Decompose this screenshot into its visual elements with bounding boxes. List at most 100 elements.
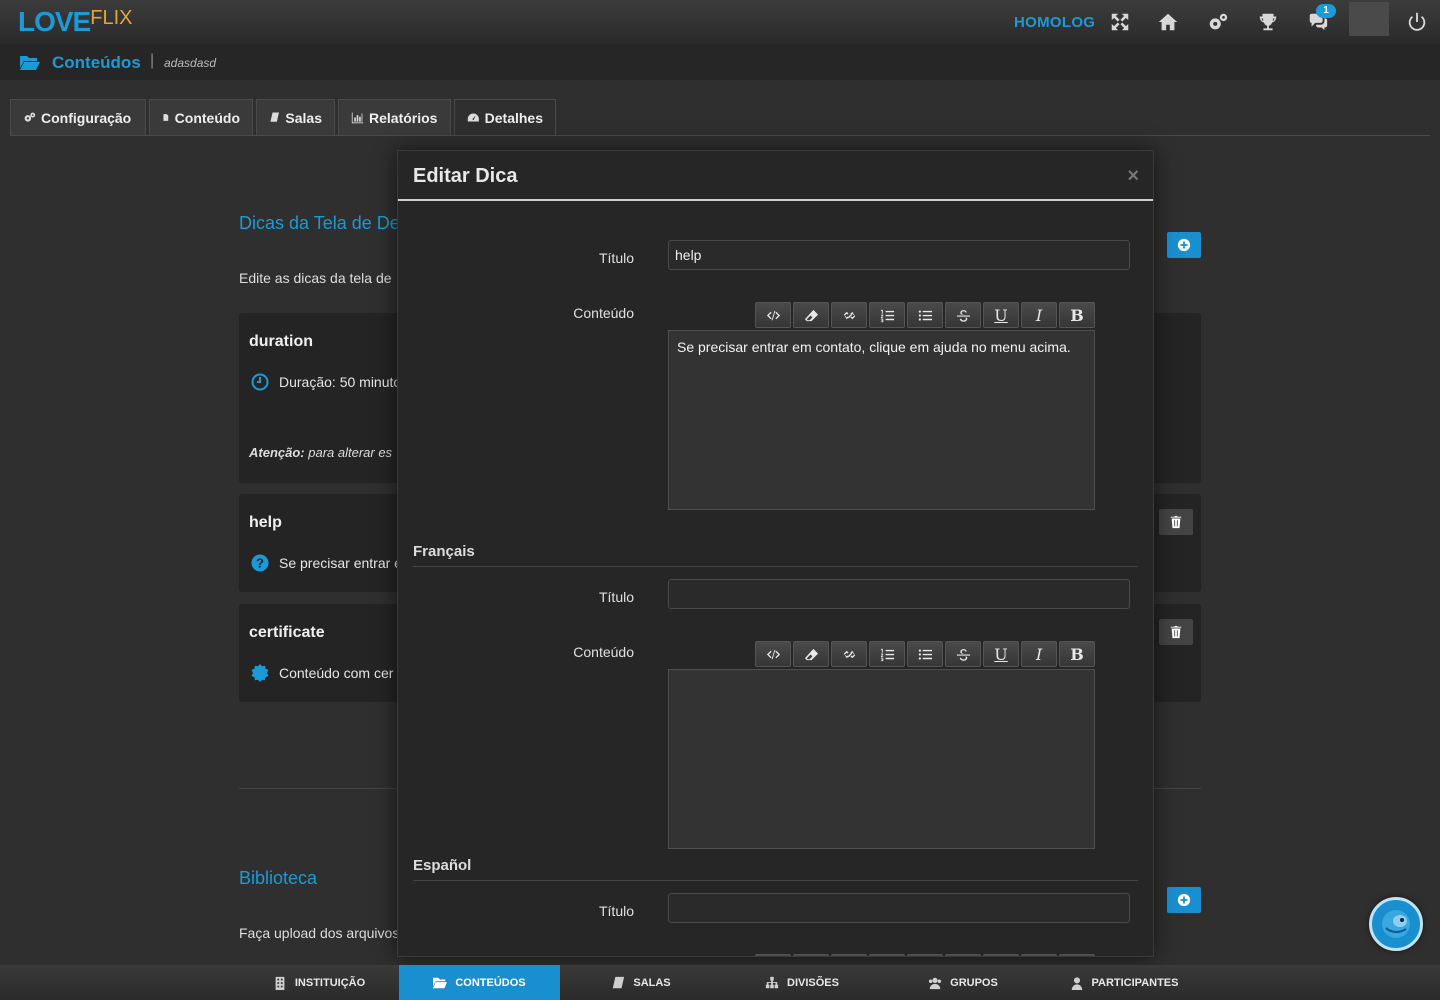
folder-open-icon: [433, 977, 448, 988]
folder-open-icon: [20, 56, 40, 70]
tip-card-row: Duração: 50 minuto: [251, 373, 401, 391]
ordered-list-icon: [880, 309, 894, 322]
bottom-nav-participantes[interactable]: PARTICIPANTES: [1044, 965, 1204, 1000]
add-tip-button[interactable]: [1167, 232, 1201, 258]
tips-section-description: Edite as dicas da tela de: [239, 270, 392, 286]
gears-icon[interactable]: [1205, 9, 1231, 35]
link-icon: [843, 650, 855, 658]
bottom-nav-grupos[interactable]: GRUPOS: [883, 965, 1043, 1000]
tip-card-row: Conteúdo com cer: [251, 664, 393, 682]
tab-salas[interactable]: Salas: [256, 99, 335, 135]
bottom-nav-conteudos[interactable]: CONTEÚDOS: [399, 965, 560, 1000]
strikethrough-button[interactable]: [945, 954, 981, 956]
bottom-nav-label: SALAS: [633, 976, 671, 989]
trophy-icon[interactable]: [1255, 9, 1281, 35]
link-button[interactable]: [831, 302, 867, 328]
title-input-fr[interactable]: [668, 579, 1130, 609]
group-icon: [929, 977, 942, 989]
bottom-nav-label: CONTEÚDOS: [455, 976, 526, 989]
eraser-icon: [804, 309, 818, 321]
tab-label: Conteúdo: [174, 109, 240, 126]
editor-toolbar: U I B: [755, 302, 1095, 330]
link-button[interactable]: [831, 954, 867, 956]
content-editor-fr[interactable]: [668, 669, 1095, 849]
bottom-nav-instituicao[interactable]: INSTITUIÇÃO: [240, 965, 398, 1000]
italic-button[interactable]: I: [1021, 641, 1057, 667]
tab-label: Configuração: [41, 109, 132, 126]
link-icon: [843, 311, 855, 319]
unordered-list-button[interactable]: [907, 302, 943, 328]
code-view-button[interactable]: [755, 302, 791, 328]
link-button[interactable]: [831, 641, 867, 667]
book-icon: [270, 112, 279, 122]
building-icon: [275, 976, 285, 990]
bold-button[interactable]: [1059, 954, 1095, 956]
strikethrough-button[interactable]: [945, 302, 981, 328]
modal-header: Editar Dica ×: [398, 151, 1153, 201]
tip-card-title: help: [249, 514, 282, 531]
content-editor[interactable]: Se precisar entrar em contato, clique em…: [668, 330, 1095, 510]
clear-format-button[interactable]: [793, 641, 829, 667]
ordered-list-button[interactable]: [869, 641, 905, 667]
tab-configuracao[interactable]: Configuração: [10, 99, 146, 135]
title-input-es[interactable]: [668, 893, 1130, 923]
home-icon[interactable]: [1155, 9, 1181, 35]
editor-toolbar: [755, 954, 1095, 956]
modal-title: Editar Dica: [413, 165, 518, 187]
underline-button[interactable]: [983, 954, 1019, 956]
underline-button[interactable]: U: [983, 302, 1019, 328]
eraser-icon: [804, 648, 818, 660]
close-icon[interactable]: ×: [1127, 165, 1139, 188]
logo[interactable]: LOVEFLIX: [18, 6, 132, 38]
clock-icon: [251, 373, 269, 391]
fullscreen-icon[interactable]: [1107, 9, 1133, 35]
user-icon: [1071, 976, 1082, 990]
power-icon[interactable]: [1404, 9, 1430, 35]
logo-flix: FLIX: [90, 7, 133, 29]
add-file-button[interactable]: [1167, 887, 1201, 913]
italic-button[interactable]: I: [1021, 302, 1057, 328]
bottom-nav-divisoes[interactable]: DIVISÕES: [722, 965, 882, 1000]
delete-tip-button[interactable]: [1159, 619, 1193, 645]
unordered-list-button[interactable]: [907, 954, 943, 956]
tip-card-text: Duração: 50 minuto: [279, 374, 402, 390]
bold-button[interactable]: B: [1059, 641, 1095, 667]
tip-card-text: Se precisar entrar e: [279, 555, 402, 571]
bottom-nav-salas[interactable]: SALAS: [561, 965, 721, 1000]
bold-button[interactable]: B: [1059, 302, 1095, 328]
tip-card-row: ? Se precisar entrar e: [251, 554, 402, 572]
strikethrough-button[interactable]: [945, 641, 981, 667]
svg-text:?: ?: [256, 556, 264, 571]
clear-format-button[interactable]: [793, 954, 829, 956]
ordered-list-button[interactable]: [869, 302, 905, 328]
edit-tip-modal: Editar Dica × Título Conteúdo U I B Se p…: [397, 150, 1154, 957]
title-label: Título: [598, 250, 634, 266]
title-input[interactable]: [668, 240, 1130, 270]
tips-section-title: Dicas da Tela de De: [239, 213, 400, 233]
bottom-nav-label: GRUPOS: [950, 976, 998, 989]
strikethrough-icon: [956, 648, 970, 661]
tip-card-text: Conteúdo com cer: [279, 665, 394, 681]
tip-card-title: duration: [249, 333, 313, 350]
unordered-list-button[interactable]: [907, 641, 943, 667]
editor-toolbar: U I B: [755, 641, 1095, 669]
avatar[interactable]: [1349, 2, 1389, 36]
assistant-chat-button[interactable]: [1369, 897, 1423, 951]
code-view-button[interactable]: [755, 954, 791, 956]
italic-button[interactable]: [1021, 954, 1057, 956]
unordered-list-icon: [918, 309, 932, 321]
tab-relatorios[interactable]: Relatórios: [338, 99, 451, 135]
tab-detalhes[interactable]: Detalhes: [454, 99, 556, 135]
tab-label: Detalhes: [484, 109, 543, 126]
tab-conteudo[interactable]: Conteúdo: [149, 99, 253, 135]
clear-format-button[interactable]: [793, 302, 829, 328]
language-heading-fr: Français: [413, 543, 475, 560]
trash-icon: [1170, 625, 1182, 639]
ordered-list-button[interactable]: [869, 954, 905, 956]
delete-tip-button[interactable]: [1159, 509, 1193, 535]
underline-button[interactable]: U: [983, 641, 1019, 667]
page-title[interactable]: Conteúdos: [52, 53, 141, 73]
question-circle-icon: ?: [251, 554, 269, 572]
code-view-button[interactable]: [755, 641, 791, 667]
tip-card-note: Atenção: para alterar es: [249, 445, 392, 460]
